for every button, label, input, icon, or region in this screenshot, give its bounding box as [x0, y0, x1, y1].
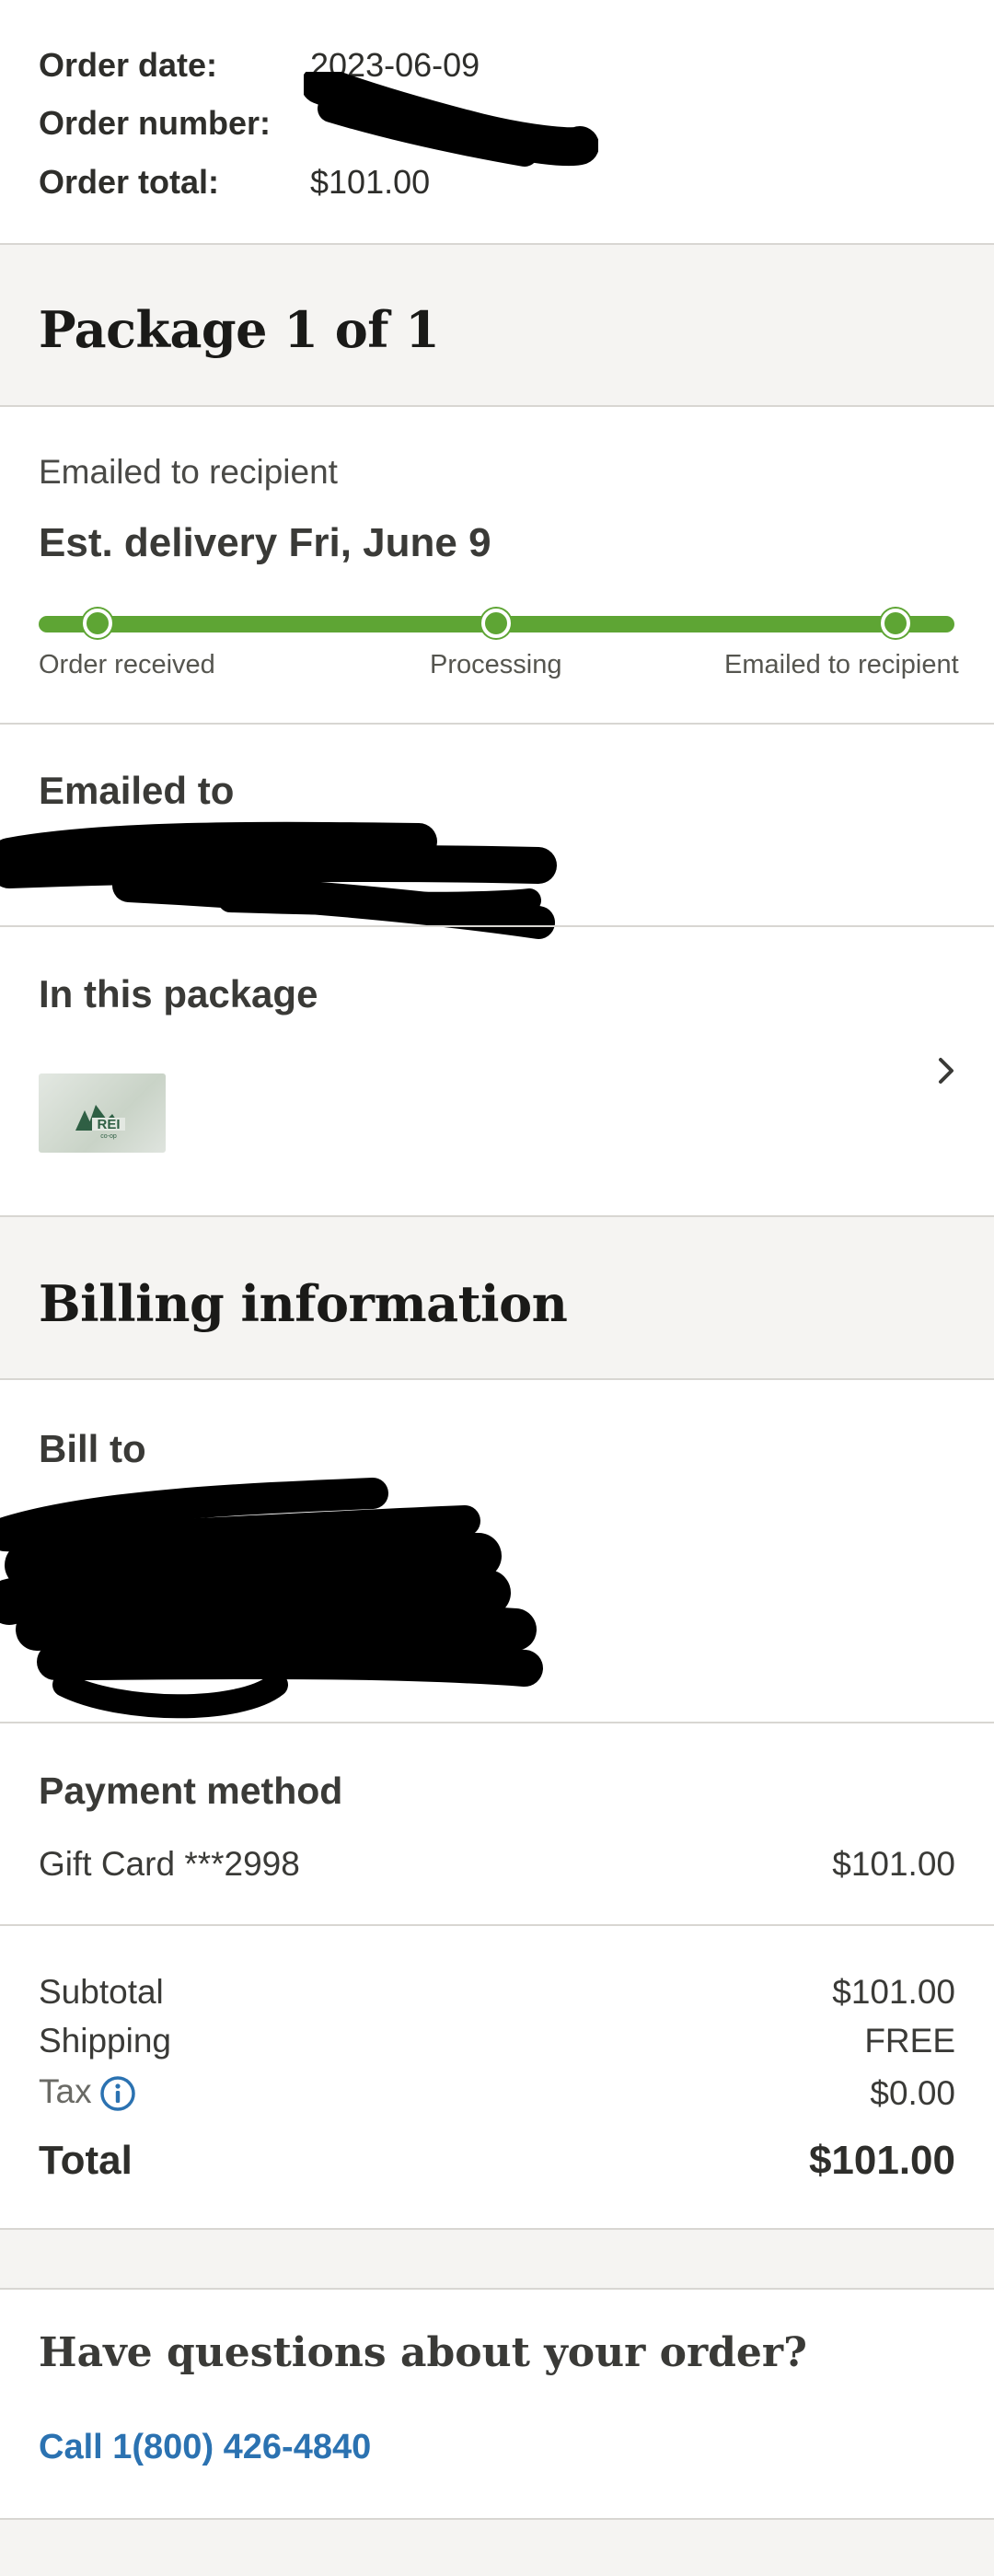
svg-text:REI: REI [97, 1117, 120, 1132]
emailed-to-label: Emailed to [39, 769, 235, 812]
shipping-value: FREE [864, 2022, 955, 2060]
progress-dot-emailed [881, 609, 910, 638]
chevron-right-icon[interactable] [930, 1054, 963, 1087]
package-header: Package 1 of 1 [0, 245, 994, 405]
tax-label: Tax [39, 2072, 92, 2110]
rei-gift-card-image[interactable]: REI co-op [39, 1073, 166, 1153]
tax-value: $0.00 [870, 2074, 955, 2112]
in-this-package-label: In this package [39, 972, 318, 1015]
step-label-processing: Processing [430, 650, 562, 679]
step-label-order-received: Order received [39, 650, 215, 679]
progress-dot-processing [481, 609, 511, 638]
info-icon[interactable] [99, 2075, 136, 2112]
billing-header: Billing information [0, 1217, 994, 1378]
step-label-emailed: Emailed to recipient [724, 650, 959, 679]
redaction-scribble [0, 1478, 543, 1719]
total-value: $101.00 [808, 2138, 955, 2183]
subtotal-value: $101.00 [832, 1973, 955, 2011]
rei-logo-icon: REI co-op [75, 1105, 125, 1140]
total-label: Total [39, 2138, 133, 2183]
payment-amount: $101.00 [832, 1845, 955, 1883]
order-total-label: Order total: [39, 163, 220, 201]
progress-dot-order-received [83, 609, 112, 638]
redaction-scribble [304, 72, 598, 167]
subtotal-label: Subtotal [39, 1973, 164, 2011]
tax-row: Tax [39, 2072, 136, 2112]
payment-card: Gift Card ***2998 [39, 1845, 300, 1883]
call-support-link[interactable]: Call 1(800) 426-4840 [39, 2428, 371, 2467]
spacer-band [0, 2230, 994, 2288]
package-status: Emailed to recipient [39, 453, 338, 491]
billing-heading: Billing information [39, 1274, 568, 1333]
help-heading: Have questions about your order? [39, 2329, 807, 2376]
footer-band [0, 2520, 994, 2576]
shipping-label: Shipping [39, 2022, 172, 2060]
payment-method-label: Payment method [39, 1770, 343, 1812]
svg-text:co-op: co-op [100, 1133, 117, 1140]
estimated-delivery: Est. delivery Fri, June 9 [39, 520, 491, 565]
package-heading: Package 1 of 1 [39, 300, 440, 359]
order-date-label: Order date: [39, 46, 218, 84]
order-number-label: Order number: [39, 104, 272, 142]
redaction-scribble [0, 821, 557, 939]
